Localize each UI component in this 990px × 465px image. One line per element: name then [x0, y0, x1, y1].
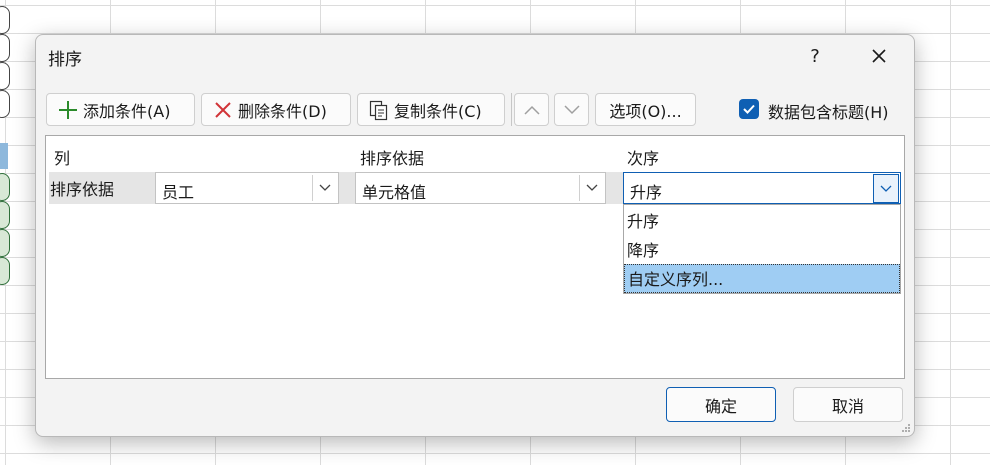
- selected-cell-fragment: [0, 257, 10, 285]
- delete-x-icon: [212, 99, 234, 121]
- move-up-button[interactable]: [514, 93, 549, 126]
- chevron-down-icon: [312, 175, 337, 201]
- options-button[interactable]: 选项(O)...: [595, 93, 696, 126]
- toolbar-separator: [511, 93, 512, 126]
- close-button[interactable]: [862, 39, 896, 73]
- copy-icon: [368, 99, 390, 121]
- chevron-up-icon: [523, 105, 540, 115]
- chevron-down-icon: [579, 175, 604, 201]
- cancel-button[interactable]: 取消: [793, 387, 903, 422]
- chevron-down-icon: [563, 104, 580, 114]
- column-header-col: 列: [54, 149, 71, 168]
- sort-dialog: 排序 ? 添加条件(A) 删除条件(D) 复制条件(C) 选项(O)... 数据…: [35, 34, 915, 437]
- cell-fragment: [0, 90, 10, 118]
- add-condition-button[interactable]: 添加条件(A): [46, 93, 195, 126]
- dialog-title: 排序: [48, 50, 82, 70]
- sort-on-select[interactable]: 单元格值: [355, 172, 606, 204]
- selection-header: [0, 143, 8, 169]
- close-icon: [872, 49, 886, 63]
- sort-level-label: 排序依据: [50, 180, 115, 199]
- move-down-button[interactable]: [554, 93, 589, 126]
- plus-icon: [57, 99, 79, 121]
- ok-button[interactable]: 确定: [666, 387, 776, 422]
- column-select-value: 员工: [162, 183, 195, 202]
- chevron-down-icon: [873, 174, 899, 203]
- copy-condition-label: 复制条件(C): [394, 101, 482, 121]
- header-row-checkbox-label[interactable]: 数据包含标题(H): [768, 99, 889, 123]
- selected-cell-fragment: [0, 229, 10, 257]
- delete-condition-label: 删除条件(D): [238, 101, 327, 121]
- selected-cell-fragment: [0, 201, 10, 229]
- cell-fragment: [0, 62, 10, 90]
- order-select[interactable]: 升序: [623, 172, 901, 204]
- options-label: 选项(O)...: [609, 101, 682, 121]
- sort-criteria-panel: 列 排序依据 次序 排序依据 员工 单元格值 升序 升序 降序 自定义序列...: [45, 135, 905, 379]
- order-option-custom-list[interactable]: 自定义序列...: [624, 264, 900, 293]
- add-condition-label: 添加条件(A): [83, 101, 171, 121]
- help-button[interactable]: ?: [800, 39, 830, 73]
- cell-fragment: [0, 34, 10, 62]
- resize-grip-icon[interactable]: [901, 423, 911, 433]
- header-row-checkbox[interactable]: [739, 99, 759, 119]
- column-select[interactable]: 员工: [155, 172, 339, 204]
- order-dropdown-list: 升序 降序 自定义序列...: [623, 204, 901, 294]
- delete-condition-button[interactable]: 删除条件(D): [201, 93, 351, 126]
- cell-fragment: [0, 6, 10, 34]
- sort-on-select-value: 单元格值: [362, 183, 427, 202]
- checkmark-icon: [743, 104, 755, 114]
- order-select-value: 升序: [630, 183, 663, 202]
- copy-condition-button[interactable]: 复制条件(C): [357, 93, 505, 126]
- column-header-sort-on: 排序依据: [360, 149, 425, 168]
- column-header-order: 次序: [627, 149, 660, 168]
- selected-cell-fragment: [0, 173, 10, 201]
- order-option-descending[interactable]: 降序: [624, 236, 900, 265]
- order-option-ascending[interactable]: 升序: [624, 207, 900, 236]
